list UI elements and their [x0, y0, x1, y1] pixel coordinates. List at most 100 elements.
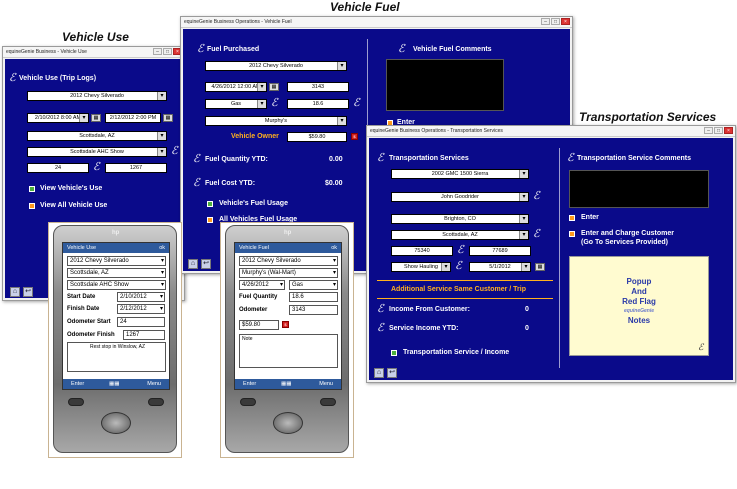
home-icon[interactable]: ⌂	[188, 259, 198, 269]
fuel-quantity-field[interactable]: 18.6	[289, 292, 338, 302]
hardware-key[interactable]	[240, 398, 256, 406]
minimize-button[interactable]: –	[704, 127, 713, 134]
genie-link-icon[interactable]: ℰ	[171, 145, 178, 156]
odometer-finish-field[interactable]: 1267	[123, 330, 165, 340]
home-icon[interactable]: ⌂	[10, 287, 20, 297]
hardware-key[interactable]	[68, 398, 84, 406]
amount-field[interactable]: $59.80	[239, 320, 279, 330]
genie-link-icon[interactable]: ℰ	[271, 97, 278, 108]
odometer-finish-field[interactable]: 77689	[469, 246, 531, 256]
close-button[interactable]: ×	[724, 127, 733, 134]
home-icon[interactable]: ⌂	[374, 368, 384, 378]
view-all-bullet-icon	[29, 203, 35, 209]
keyboard-icon[interactable]: ▦▦	[281, 379, 291, 389]
dpad-control[interactable]	[101, 412, 131, 434]
calendar-icon[interactable]: ▦	[91, 114, 101, 122]
fuel-quantity-field[interactable]: 18.6	[287, 99, 349, 109]
fuel-cost-ytd-label: Fuel Cost YTD:	[205, 180, 256, 187]
composite-screenshot: Vehicle Use Vehicle Fuel Transportation …	[0, 0, 737, 489]
finish-datetime-field[interactable]: 2/12/2012 2:00 PM	[105, 113, 161, 123]
start-date-field[interactable]: 2/10/2012	[117, 292, 165, 302]
vehicle-select[interactable]: 2012 Chevy Silverado	[67, 256, 166, 266]
genie-link-icon[interactable]: ℰ	[353, 97, 360, 108]
vehicle-select[interactable]: 2012 Chevy Silverado	[239, 256, 338, 266]
vendor-select[interactable]: Murphy's	[205, 116, 347, 126]
date-field[interactable]: 4/26/2012	[239, 280, 285, 290]
genie-link-icon[interactable]: ℰ	[93, 161, 100, 172]
pda-screen: Vehicle Use ok 2012 Chevy Silverado Scott…	[62, 242, 170, 390]
back-icon[interactable]: ↩	[201, 259, 211, 269]
ok-button[interactable]: ok	[331, 243, 337, 253]
start-datetime-field[interactable]: 2/10/2012 8:00 AM	[27, 113, 89, 123]
maximize-button[interactable]: □	[163, 48, 172, 55]
genie-link-icon[interactable]: ℰ	[455, 260, 462, 271]
odometer-field[interactable]: 3143	[287, 82, 349, 92]
service-type-select[interactable]: Show Hauling	[391, 262, 451, 272]
enter-softkey[interactable]: Enter	[71, 379, 84, 389]
odometer-start-field[interactable]: 24	[117, 317, 165, 327]
odometer-finish-field[interactable]: 1267	[105, 163, 167, 173]
divider	[559, 148, 560, 368]
start-date-label: Start Date	[67, 294, 96, 300]
finish-date-field[interactable]: 2/12/2012	[117, 304, 165, 314]
menu-softkey[interactable]: Menu	[147, 379, 161, 389]
transportation-income-button[interactable]: Transportation Service / Income	[403, 349, 509, 356]
customer-select[interactable]: John Goodrider	[391, 192, 529, 202]
pda-screen: Vehicle Fuel ok 2012 Chevy Silverado Murp…	[234, 242, 342, 390]
date-field[interactable]: 4/26/2012 12:00 AM	[205, 82, 267, 92]
genie-logo-icon: ℰ	[193, 176, 200, 189]
calendar-icon[interactable]: ▦	[163, 114, 173, 122]
location-select[interactable]: Scottsdale, AZ	[67, 268, 166, 278]
vendor-select[interactable]: Murphy's (Wal-Mart)	[239, 268, 338, 278]
note-field[interactable]: Note	[239, 334, 338, 368]
close-button[interactable]: ×	[561, 18, 570, 25]
genie-link-icon[interactable]: ℰ	[533, 190, 540, 201]
event-select[interactable]: Scottsdale AHC Show	[67, 280, 166, 290]
vehicle-select[interactable]: 2002 GMC 1500 Sierra	[391, 169, 529, 179]
keyboard-icon[interactable]: ▦▦	[109, 379, 119, 389]
enter-button[interactable]: Enter	[581, 214, 599, 221]
maximize-button[interactable]: □	[714, 127, 723, 134]
fuel-type-select[interactable]: Gas	[205, 99, 267, 109]
ok-button[interactable]: ok	[159, 243, 165, 253]
location-select[interactable]: Scottsdale, AZ	[27, 131, 167, 141]
view-vehicle-use-button[interactable]: View Vehicle's Use	[40, 185, 102, 192]
to-location-select[interactable]: Scottsdale, AZ	[391, 230, 529, 240]
event-select[interactable]: Scottsdale AHC Show	[27, 147, 167, 157]
minimize-button[interactable]: –	[153, 48, 162, 55]
maximize-button[interactable]: □	[551, 18, 560, 25]
amount-field[interactable]: $59.80	[287, 132, 347, 142]
fuel-type-select[interactable]: Gas	[289, 280, 338, 290]
dpad-control[interactable]	[273, 412, 303, 434]
odometer-start-field[interactable]: 75340	[391, 246, 453, 256]
red-flag-icon[interactable]: $	[282, 321, 289, 328]
hp-logo: hp	[112, 230, 120, 236]
genie-link-icon[interactable]: ℰ	[533, 228, 540, 239]
minimize-button[interactable]: –	[541, 18, 550, 25]
vehicle-select[interactable]: 2012 Chevy Silverado	[205, 61, 347, 71]
additional-service-button[interactable]: Additional Service Same Customer / Trip	[391, 286, 526, 293]
note-field[interactable]: Rest stop in Winslow, AZ	[67, 342, 166, 372]
service-date-field[interactable]: 5/1/2012	[469, 262, 531, 272]
vehicle-select[interactable]: 2012 Chevy Silverado	[27, 91, 167, 101]
calendar-icon[interactable]: ▦	[269, 83, 279, 91]
genie-logo-icon: ℰ	[377, 151, 384, 164]
vehicle-fuel-usage-button[interactable]: Vehicle's Fuel Usage	[219, 200, 288, 207]
menu-softkey[interactable]: Menu	[319, 379, 333, 389]
red-flag-icon[interactable]: $	[351, 133, 358, 140]
hardware-key[interactable]	[148, 398, 164, 406]
enter-charge-button[interactable]: Enter and Charge Customer	[581, 230, 674, 237]
comments-textarea[interactable]	[569, 170, 709, 208]
view-all-vehicle-use-button[interactable]: View All Vehicle Use	[40, 202, 107, 209]
odometer-start-field[interactable]: 24	[27, 163, 89, 173]
calendar-icon[interactable]: ▦	[535, 263, 545, 271]
enter-softkey[interactable]: Enter	[243, 379, 256, 389]
genie-link-icon[interactable]: ℰ	[457, 244, 464, 255]
from-location-select[interactable]: Brighton, CO	[391, 214, 529, 224]
back-icon[interactable]: ↩	[387, 368, 397, 378]
comments-textarea[interactable]	[386, 59, 504, 111]
fuel-quantity-label: Fuel Quantity	[239, 294, 278, 300]
hardware-key[interactable]	[320, 398, 336, 406]
back-icon[interactable]: ↩	[23, 287, 33, 297]
odometer-field[interactable]: 3143	[289, 305, 338, 315]
